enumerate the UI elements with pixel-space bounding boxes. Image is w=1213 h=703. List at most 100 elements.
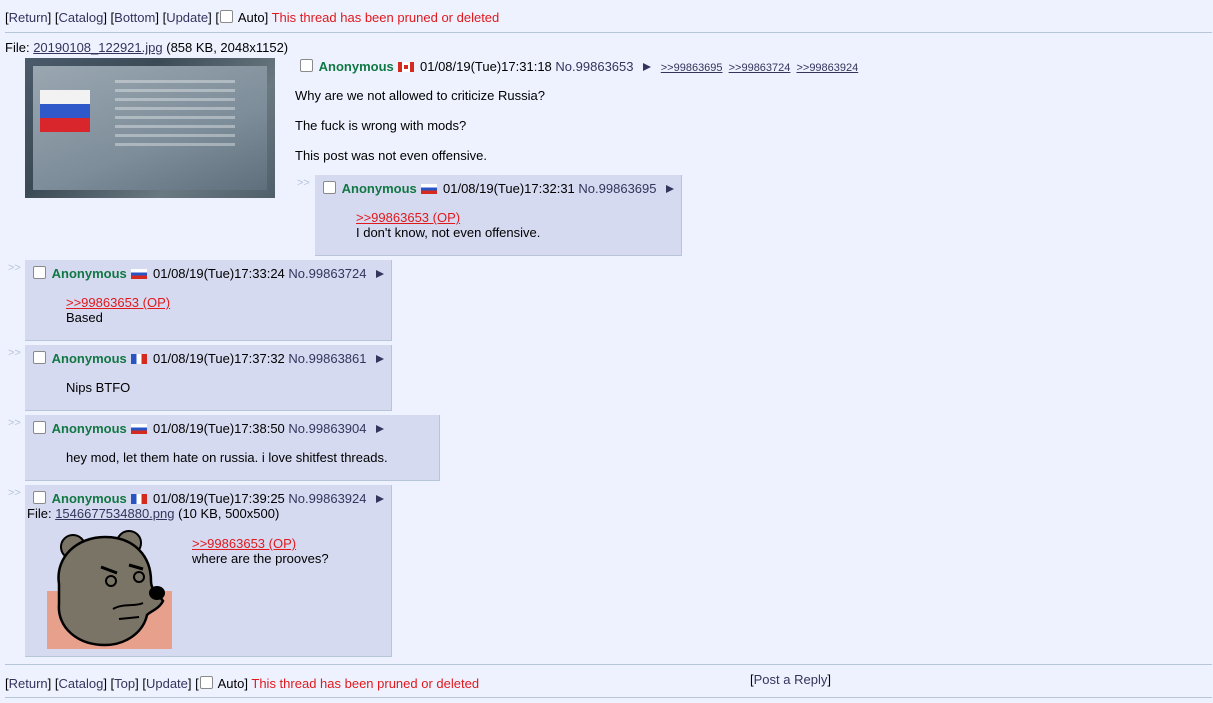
post-no-link[interactable]: No. <box>578 181 598 196</box>
bear-thumbnail[interactable] <box>47 529 172 649</box>
backlinks: >>99863695 >>99863724 >>99863924 <box>661 62 862 74</box>
update-link[interactable]: Update <box>166 10 208 25</box>
poster-name: Anonymous <box>51 491 127 506</box>
return-link[interactable]: Return <box>9 676 48 691</box>
flag-stripe-white <box>40 90 90 104</box>
pruned-notice: This thread has been pruned or deleted <box>271 10 500 25</box>
op-file-info: File: 20190108_122921.jpg (858 KB, 2048x… <box>5 40 288 55</box>
post-datetime: 01/08/19(Tue)17:38:50 <box>153 421 285 436</box>
op-file-link[interactable]: 20190108_122921.jpg <box>33 40 162 55</box>
post-no-link[interactable]: No. <box>288 266 308 281</box>
russia-flag-icon <box>131 424 148 434</box>
reply-select-checkbox[interactable] <box>33 491 46 504</box>
post-reply-wrapper: [Post a Reply] <box>750 672 831 687</box>
auto-label: Auto <box>217 676 245 691</box>
backlink[interactable]: >>99863695 <box>661 62 723 74</box>
reply-header: Anonymous 01/08/19(Tue)17:38:50 No.99863… <box>32 421 385 436</box>
reply-select-checkbox[interactable] <box>33 351 46 364</box>
bottom-divider <box>5 664 1212 665</box>
post-datetime: 01/08/19(Tue)17:37:32 <box>153 351 285 366</box>
reply-select-checkbox[interactable] <box>33 266 46 279</box>
post-no-quote-link[interactable]: 99863924 <box>309 491 367 506</box>
post-menu-icon[interactable] <box>376 270 385 278</box>
post-no-link[interactable]: No. <box>555 59 575 74</box>
top-link[interactable]: Top <box>114 676 135 691</box>
bear-face-icon <box>47 530 172 649</box>
poster-name: Anonymous <box>318 59 394 74</box>
reply-header: Anonymous 01/08/19(Tue)17:32:31 No.99863… <box>322 181 675 196</box>
post-reply-link[interactable]: Post a Reply <box>754 672 828 687</box>
return-link[interactable]: Return <box>9 10 48 25</box>
poster-name: Anonymous <box>341 181 417 196</box>
op-quote-link[interactable]: >>99863653 (OP) <box>66 295 170 310</box>
auto-update-checkbox[interactable] <box>219 10 233 23</box>
reply-arrows: >> <box>8 347 21 359</box>
post-menu-icon[interactable] <box>376 495 385 503</box>
reply-arrows: >> <box>8 417 21 429</box>
reply-text: I don't know, not even offensive. <box>356 225 541 240</box>
reply-body: >>99863653 (OP) Based <box>66 295 170 325</box>
catalog-link[interactable]: Catalog <box>59 676 104 691</box>
poster-name: Anonymous <box>51 266 127 281</box>
post-no-quote-link[interactable]: 99863861 <box>309 351 367 366</box>
reply-body: >>99863653 (OP) where are the prooves? <box>192 536 329 566</box>
reply-file-info: File: 1546677534880.png (10 KB, 500x500) <box>27 506 279 521</box>
backlink[interactable]: >>99863724 <box>729 62 791 74</box>
op-line: This post was not even offensive. <box>295 148 487 163</box>
post-menu-icon[interactable] <box>376 425 385 433</box>
post-datetime: 01/08/19(Tue)17:31:18 <box>420 59 552 74</box>
bottom-link[interactable]: Bottom <box>114 10 155 25</box>
post-no-link[interactable]: No. <box>288 351 308 366</box>
text-lines <box>115 80 235 150</box>
op-select-checkbox[interactable] <box>300 59 313 72</box>
op-file-meta: (858 KB, 2048x1152) <box>166 40 289 55</box>
reply-file-link[interactable]: 1546677534880.png <box>55 506 174 521</box>
reply-arrows: >> <box>297 177 310 189</box>
auto-label: Auto <box>237 10 265 25</box>
top-navbar: [Return] [Catalog] [Bottom] [Update] [ A… <box>5 10 500 25</box>
post-datetime: 01/08/19(Tue)17:33:24 <box>153 266 285 281</box>
reply-text: Based <box>66 310 103 325</box>
russia-flag-icon <box>421 184 438 194</box>
file-label: File: <box>27 506 52 521</box>
france-flag-icon <box>131 494 148 504</box>
op-line: The fuck is wrong with mods? <box>295 118 467 133</box>
update-link[interactable]: Update <box>146 676 188 691</box>
reply-arrows: >> <box>8 487 21 499</box>
reply-file-meta: (10 KB, 500x500) <box>178 506 280 521</box>
auto-update-checkbox[interactable] <box>199 676 213 689</box>
post-no-quote-link[interactable]: 99863653 <box>576 59 634 74</box>
canada-flag-icon <box>398 62 415 72</box>
reply-text: hey mod, let them hate on russia. i love… <box>66 450 388 465</box>
reply-select-checkbox[interactable] <box>33 421 46 434</box>
backlink[interactable]: >>99863924 <box>796 62 858 74</box>
post-no-quote-link[interactable]: 99863724 <box>309 266 367 281</box>
bottom-navbar: [Return] [Catalog] [Top] [Update] [ Auto… <box>5 676 480 691</box>
france-flag-icon <box>131 354 148 364</box>
file-label: File: <box>5 40 30 55</box>
reply-header: Anonymous 01/08/19(Tue)17:37:32 No.99863… <box>32 351 385 366</box>
reply-header: Anonymous 01/08/19(Tue)17:33:24 No.99863… <box>32 266 385 281</box>
post-menu-icon[interactable] <box>666 185 675 193</box>
op-quote-link[interactable]: >>99863653 (OP) <box>356 210 460 225</box>
post-no-quote-link[interactable]: 99863904 <box>309 421 367 436</box>
catalog-link[interactable]: Catalog <box>59 10 104 25</box>
post-menu-icon[interactable] <box>643 63 652 71</box>
reply-body: >>99863653 (OP) I don't know, not even o… <box>356 210 540 240</box>
reply-header: Anonymous 01/08/19(Tue)17:39:25 No.99863… <box>32 491 385 506</box>
reply-text: where are the prooves? <box>192 551 329 566</box>
op-thumbnail[interactable] <box>25 58 275 198</box>
russia-flag-icon <box>131 269 148 279</box>
post-no-link[interactable]: No. <box>288 491 308 506</box>
post-no-quote-link[interactable]: 99863695 <box>599 181 657 196</box>
op-quote-link[interactable]: >>99863653 (OP) <box>192 536 296 551</box>
top-divider <box>5 32 1212 33</box>
reply-select-checkbox[interactable] <box>323 181 336 194</box>
reply-arrows: >> <box>8 262 21 274</box>
post-menu-icon[interactable] <box>376 355 385 363</box>
post-no-link[interactable]: No. <box>288 421 308 436</box>
poster-name: Anonymous <box>51 351 127 366</box>
op-line: Why are we not allowed to criticize Russ… <box>295 88 545 103</box>
post-datetime: 01/08/19(Tue)17:39:25 <box>153 491 285 506</box>
flag-stripe-blue <box>40 104 90 118</box>
